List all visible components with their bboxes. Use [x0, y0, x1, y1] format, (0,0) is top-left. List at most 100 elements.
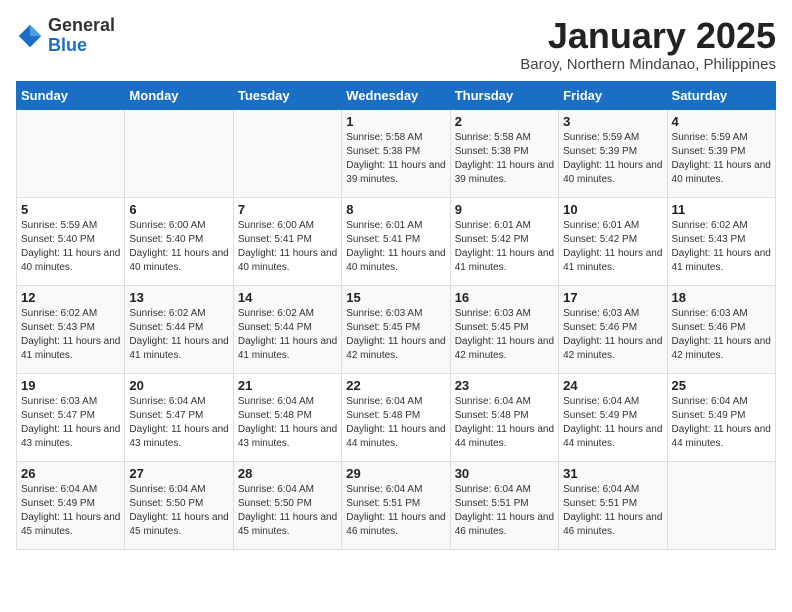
day-info: Sunrise: 6:03 AM Sunset: 5:47 PM Dayligh…	[21, 395, 120, 451]
day-number: 4	[672, 114, 771, 129]
day-number: 25	[672, 378, 771, 393]
day-info: Sunrise: 6:01 AM Sunset: 5:42 PM Dayligh…	[563, 219, 662, 275]
day-number: 28	[238, 466, 337, 481]
calendar-week-row: 26 Sunrise: 6:04 AM Sunset: 5:49 PM Dayli…	[17, 461, 776, 549]
calendar-week-row: 12Sunrise: 6:02 AM Sunset: 5:43 PM Dayli…	[17, 285, 776, 373]
weekday-header-thursday: Thursday	[450, 81, 558, 109]
day-info: Sunrise: 6:02 AM Sunset: 5:43 PM Dayligh…	[672, 219, 771, 275]
calendar-cell: 12Sunrise: 6:02 AM Sunset: 5:43 PM Dayli…	[17, 285, 125, 373]
calendar-cell: 31 Sunrise: 6:04 AM Sunset: 5:51 PM Dayli…	[559, 461, 667, 549]
weekday-header-monday: Monday	[125, 81, 233, 109]
calendar-cell: 7Sunrise: 6:00 AM Sunset: 5:41 PM Daylig…	[233, 197, 341, 285]
day-info: Sunrise: 5:58 AM Sunset: 5:38 PM Dayligh…	[455, 131, 554, 187]
calendar-cell: 1 Sunrise: 5:58 AM Sunset: 5:38 PM Daylig…	[342, 109, 450, 197]
calendar-cell: 6 Sunrise: 6:00 AM Sunset: 5:40 PM Daylig…	[125, 197, 233, 285]
day-number: 10	[563, 202, 662, 217]
weekday-header-wednesday: Wednesday	[342, 81, 450, 109]
page-header: General Blue January 2025 Baroy, Norther…	[16, 16, 776, 73]
logo-blue-text: Blue	[48, 36, 115, 56]
calendar-cell: 17 Sunrise: 6:03 AM Sunset: 5:46 PM Dayli…	[559, 285, 667, 373]
day-info: Sunrise: 6:04 AM Sunset: 5:49 PM Dayligh…	[21, 483, 120, 539]
day-number: 11	[672, 202, 771, 217]
calendar-cell: 29 Sunrise: 6:04 AM Sunset: 5:51 PM Dayli…	[342, 461, 450, 549]
weekday-header-friday: Friday	[559, 81, 667, 109]
day-info: Sunrise: 6:02 AM Sunset: 5:44 PM Dayligh…	[238, 307, 337, 363]
day-info: Sunrise: 6:03 AM Sunset: 5:46 PM Dayligh…	[563, 307, 662, 363]
calendar-cell: 21Sunrise: 6:04 AM Sunset: 5:48 PM Dayli…	[233, 373, 341, 461]
logo-icon	[16, 22, 44, 50]
day-info: Sunrise: 6:00 AM Sunset: 5:41 PM Dayligh…	[238, 219, 337, 275]
day-info: Sunrise: 6:03 AM Sunset: 5:45 PM Dayligh…	[455, 307, 554, 363]
calendar-cell: 10 Sunrise: 6:01 AM Sunset: 5:42 PM Dayli…	[559, 197, 667, 285]
day-info: Sunrise: 6:03 AM Sunset: 5:46 PM Dayligh…	[672, 307, 771, 363]
calendar-cell: 22Sunrise: 6:04 AM Sunset: 5:48 PM Dayli…	[342, 373, 450, 461]
calendar-week-row: 19 Sunrise: 6:03 AM Sunset: 5:47 PM Dayli…	[17, 373, 776, 461]
day-number: 22	[346, 378, 445, 393]
day-info: Sunrise: 6:04 AM Sunset: 5:49 PM Dayligh…	[563, 395, 662, 451]
title-area: January 2025 Baroy, Northern Mindanao, P…	[520, 16, 776, 73]
day-info: Sunrise: 6:04 AM Sunset: 5:47 PM Dayligh…	[129, 395, 228, 451]
calendar-cell: 8Sunrise: 6:01 AM Sunset: 5:41 PM Daylig…	[342, 197, 450, 285]
day-number: 15	[346, 290, 445, 305]
calendar-cell: 13Sunrise: 6:02 AM Sunset: 5:44 PM Dayli…	[125, 285, 233, 373]
calendar-cell	[17, 109, 125, 197]
calendar-week-row: 5 Sunrise: 5:59 AM Sunset: 5:40 PM Daylig…	[17, 197, 776, 285]
weekday-header-row: SundayMondayTuesdayWednesdayThursdayFrid…	[17, 81, 776, 109]
calendar-cell: 19 Sunrise: 6:03 AM Sunset: 5:47 PM Dayli…	[17, 373, 125, 461]
calendar-cell	[667, 461, 775, 549]
day-info: Sunrise: 5:59 AM Sunset: 5:39 PM Dayligh…	[672, 131, 771, 187]
day-info: Sunrise: 6:04 AM Sunset: 5:48 PM Dayligh…	[238, 395, 337, 451]
logo-general-text: General	[48, 16, 115, 36]
calendar-cell: 28 Sunrise: 6:04 AM Sunset: 5:50 PM Dayli…	[233, 461, 341, 549]
day-number: 29	[346, 466, 445, 481]
logo: General Blue	[16, 16, 115, 56]
day-info: Sunrise: 6:04 AM Sunset: 5:51 PM Dayligh…	[455, 483, 554, 539]
day-number: 12	[21, 290, 120, 305]
day-number: 3	[563, 114, 662, 129]
day-number: 23	[455, 378, 554, 393]
weekday-header-tuesday: Tuesday	[233, 81, 341, 109]
day-info: Sunrise: 5:59 AM Sunset: 5:40 PM Dayligh…	[21, 219, 120, 275]
day-info: Sunrise: 6:04 AM Sunset: 5:51 PM Dayligh…	[346, 483, 445, 539]
day-info: Sunrise: 6:04 AM Sunset: 5:50 PM Dayligh…	[238, 483, 337, 539]
day-number: 20	[129, 378, 228, 393]
calendar-cell: 15Sunrise: 6:03 AM Sunset: 5:45 PM Dayli…	[342, 285, 450, 373]
day-number: 5	[21, 202, 120, 217]
day-number: 6	[129, 202, 228, 217]
calendar-cell: 23Sunrise: 6:04 AM Sunset: 5:48 PM Dayli…	[450, 373, 558, 461]
calendar-cell: 14 Sunrise: 6:02 AM Sunset: 5:44 PM Dayli…	[233, 285, 341, 373]
calendar-cell: 16Sunrise: 6:03 AM Sunset: 5:45 PM Dayli…	[450, 285, 558, 373]
day-info: Sunrise: 6:01 AM Sunset: 5:42 PM Dayligh…	[455, 219, 554, 275]
calendar-cell: 3Sunrise: 5:59 AM Sunset: 5:39 PM Daylig…	[559, 109, 667, 197]
day-number: 19	[21, 378, 120, 393]
calendar-cell: 26 Sunrise: 6:04 AM Sunset: 5:49 PM Dayli…	[17, 461, 125, 549]
weekday-header-sunday: Sunday	[17, 81, 125, 109]
day-info: Sunrise: 6:04 AM Sunset: 5:49 PM Dayligh…	[672, 395, 771, 451]
calendar-week-row: 1 Sunrise: 5:58 AM Sunset: 5:38 PM Daylig…	[17, 109, 776, 197]
day-number: 31	[563, 466, 662, 481]
month-title: January 2025	[520, 16, 776, 56]
calendar-cell: 25 Sunrise: 6:04 AM Sunset: 5:49 PM Dayli…	[667, 373, 775, 461]
calendar-cell: 20 Sunrise: 6:04 AM Sunset: 5:47 PM Dayli…	[125, 373, 233, 461]
calendar-table: SundayMondayTuesdayWednesdayThursdayFrid…	[16, 81, 776, 550]
day-number: 9	[455, 202, 554, 217]
calendar-cell	[233, 109, 341, 197]
day-info: Sunrise: 6:00 AM Sunset: 5:40 PM Dayligh…	[129, 219, 228, 275]
calendar-cell: 27Sunrise: 6:04 AM Sunset: 5:50 PM Dayli…	[125, 461, 233, 549]
day-number: 17	[563, 290, 662, 305]
day-info: Sunrise: 5:58 AM Sunset: 5:38 PM Dayligh…	[346, 131, 445, 187]
day-number: 30	[455, 466, 554, 481]
day-info: Sunrise: 6:04 AM Sunset: 5:51 PM Dayligh…	[563, 483, 662, 539]
day-number: 26	[21, 466, 120, 481]
day-number: 14	[238, 290, 337, 305]
calendar-cell: 5 Sunrise: 5:59 AM Sunset: 5:40 PM Daylig…	[17, 197, 125, 285]
day-number: 13	[129, 290, 228, 305]
calendar-cell: 9 Sunrise: 6:01 AM Sunset: 5:42 PM Daylig…	[450, 197, 558, 285]
calendar-cell: 24Sunrise: 6:04 AM Sunset: 5:49 PM Dayli…	[559, 373, 667, 461]
location-title: Baroy, Northern Mindanao, Philippines	[520, 56, 776, 73]
weekday-header-saturday: Saturday	[667, 81, 775, 109]
day-number: 2	[455, 114, 554, 129]
day-info: Sunrise: 6:01 AM Sunset: 5:41 PM Dayligh…	[346, 219, 445, 275]
calendar-cell: 2 Sunrise: 5:58 AM Sunset: 5:38 PM Daylig…	[450, 109, 558, 197]
day-number: 1	[346, 114, 445, 129]
